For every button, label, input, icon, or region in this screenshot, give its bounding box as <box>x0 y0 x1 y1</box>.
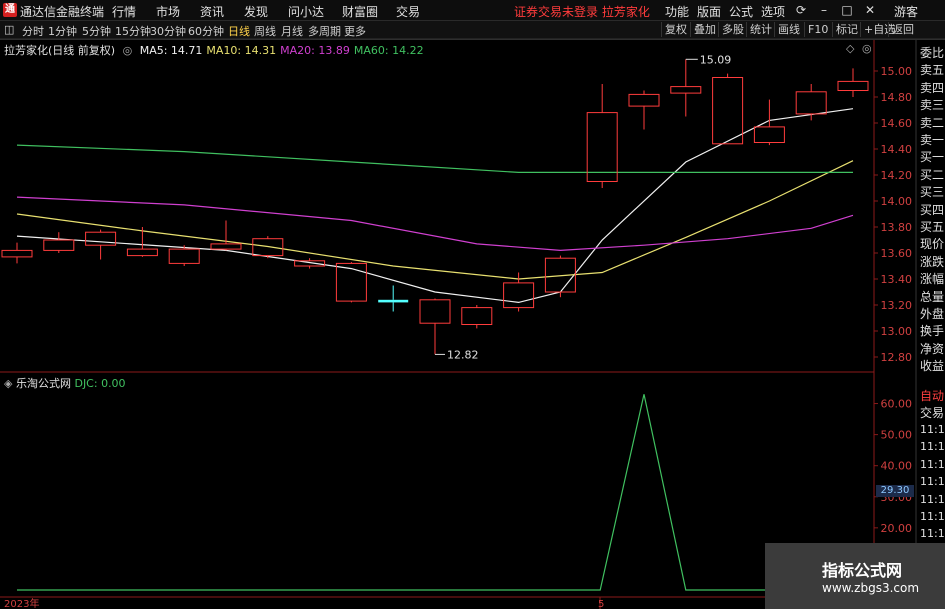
candle-body <box>43 239 75 251</box>
tick-time: 11:11 <box>920 475 945 489</box>
candle-body <box>628 93 660 107</box>
quote-row-label: 买三 <box>920 185 945 200</box>
candle-body <box>126 248 158 257</box>
sidebar-tab-0[interactable]: 自动 <box>920 387 944 404</box>
low-price-label: 12.82 <box>447 348 479 361</box>
price-tick-label: 13.40 <box>881 273 913 286</box>
candle-body <box>753 126 785 144</box>
ma-line-ma10 <box>16 160 854 280</box>
quote-row-label: 卖四 <box>920 80 945 95</box>
quote-row-label: 现价 <box>920 237 945 252</box>
quote-row-label: 买一 <box>920 150 945 165</box>
indicator-tick-label: 40.00 <box>881 460 913 473</box>
quote-row-label: 委比 <box>920 46 945 60</box>
quote-row-label: 外盘 <box>920 307 945 321</box>
tick-time: 11:11 <box>920 457 945 471</box>
candle-body <box>795 91 827 115</box>
watermark-url: www.zbgs3.com <box>822 581 920 595</box>
tick-time: 11:12 <box>920 492 945 506</box>
indicator-tick-label: 60.00 <box>881 398 913 411</box>
quote-row-label: 卖五 <box>920 63 945 78</box>
candle-body <box>210 243 242 250</box>
sidebar-tab-1[interactable]: 交易 <box>920 404 944 421</box>
quote-row-label: 买二 <box>920 167 945 182</box>
quote-row-label: 涨跌 <box>920 254 945 269</box>
candle-body <box>670 86 702 94</box>
high-price-label: 15.09 <box>700 53 732 66</box>
ma-line-ma60 <box>16 144 853 173</box>
quote-row-label: 卖一 <box>920 133 945 147</box>
ma-line-ma5 <box>16 108 854 304</box>
price-tick-label: 13.60 <box>881 247 913 260</box>
indicator-last-value: 29.30 <box>876 485 914 497</box>
quote-row-label: 换手 <box>920 324 945 339</box>
candle-body <box>419 299 451 324</box>
tick-time: 11:12 <box>920 510 945 523</box>
date-label: 2023年 <box>4 597 39 609</box>
quote-row-label: 涨幅 <box>920 272 945 287</box>
options-icon: ◎ <box>862 42 872 55</box>
quote-row-label: 卖三 <box>920 98 945 113</box>
candle-body <box>712 77 744 145</box>
price-tick-label: 15.00 <box>881 65 913 78</box>
date-label: 5 <box>598 599 604 609</box>
candle-body <box>586 112 618 182</box>
indicator-tick-label: 50.00 <box>881 429 913 442</box>
candle-body <box>85 231 117 246</box>
price-tick-label: 14.00 <box>881 195 913 208</box>
price-tick-label: 13.20 <box>881 299 913 312</box>
watermark-title: 指标公式网 <box>822 561 903 580</box>
quote-row-label: 卖二 <box>920 115 945 130</box>
price-tick-label: 14.80 <box>881 91 913 104</box>
price-tick-label: 14.20 <box>881 169 913 182</box>
candle-body <box>503 282 535 309</box>
price-tick-label: 13.00 <box>881 325 913 338</box>
price-tick-label: 14.60 <box>881 117 913 130</box>
price-tick-label: 12.80 <box>881 351 913 364</box>
candle-body <box>1 249 33 258</box>
quote-row-label: 总量 <box>920 289 945 304</box>
tick-time: 11:11 <box>920 423 945 436</box>
candle-body <box>378 299 409 303</box>
quote-row-label: 收益 <box>920 359 945 374</box>
tick-time: 11:11 <box>920 440 945 454</box>
candle-body <box>837 80 869 92</box>
quote-row-label: 买四 <box>920 202 945 217</box>
price-tick-label: 14.40 <box>881 143 913 156</box>
indicator-line <box>17 394 872 591</box>
quote-row-label: 净资 <box>920 341 945 356</box>
price-tick-label: 13.80 <box>881 221 913 234</box>
indicator-tick-label: 20.00 <box>881 522 913 535</box>
collapse-icon: ◇ <box>846 42 855 55</box>
tick-time: 11:13 <box>920 527 945 541</box>
candle-body <box>252 238 284 257</box>
kline-chart[interactable]: 15.00 14.80 14.60 14.40 14.20 14.00 13.80 13.60… <box>0 0 945 609</box>
candle-body <box>168 248 200 264</box>
quote-row-label: 买五 <box>920 220 945 234</box>
candle-body <box>461 307 493 326</box>
